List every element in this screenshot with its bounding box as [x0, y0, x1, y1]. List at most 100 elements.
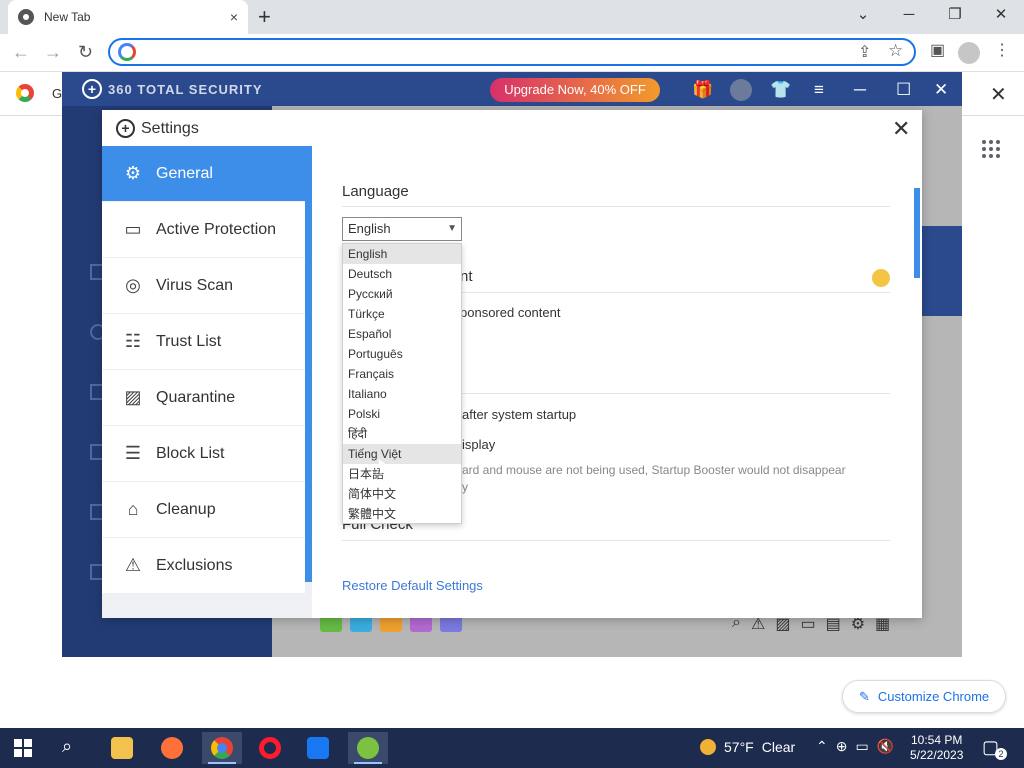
- taskbar-firefox[interactable]: [152, 732, 192, 764]
- sidebar-item-trust-list[interactable]: ☷ Trust List: [102, 314, 305, 370]
- booster-note-2: y: [462, 480, 468, 494]
- language-option-french[interactable]: Français: [343, 364, 461, 384]
- language-select-value: English: [348, 221, 391, 236]
- weather-widget[interactable]: 57°F Clear: [700, 739, 795, 755]
- customize-chrome-label: Customize Chrome: [877, 689, 990, 704]
- language-option-hindi[interactable]: हिंदी: [343, 424, 461, 444]
- bookmark-chrome-icon[interactable]: [16, 84, 34, 102]
- search-icon[interactable]: ⌕: [62, 736, 72, 757]
- trust-list-icon: ☷: [124, 331, 142, 351]
- new-tab-button[interactable]: +: [258, 4, 271, 30]
- back-button[interactable]: ←: [12, 42, 30, 63]
- facebook-icon: [307, 737, 329, 759]
- sidebar-item-cleanup[interactable]: ⌂ Cleanup: [102, 482, 305, 538]
- exclusions-icon: ⚠: [124, 555, 142, 575]
- window-minimize-button[interactable]: ─: [886, 4, 932, 26]
- cleanup-icon: ⌂: [127, 499, 139, 519]
- bookmark-star-icon[interactable]: ☆: [888, 41, 903, 61]
- smiley-icon: [872, 269, 890, 287]
- moon-icon: [700, 739, 716, 755]
- bookmark-label[interactable]: G: [52, 86, 62, 101]
- firefox-icon: [161, 737, 183, 759]
- window-close-button[interactable]: ✕: [978, 4, 1024, 26]
- app-maximize-button[interactable]: ☐: [896, 80, 911, 100]
- side-panel-icon[interactable]: ▣: [930, 40, 945, 60]
- sidebar-item-label: Cleanup: [156, 500, 216, 518]
- app-close-button[interactable]: ✕: [934, 80, 948, 100]
- sidebar-item-label: Active Protection: [156, 220, 277, 238]
- volume-icon[interactable]: 🔇: [877, 738, 894, 755]
- language-option-turkish[interactable]: Türkçe: [343, 304, 461, 324]
- app-minimize-button[interactable]: ─: [854, 80, 866, 100]
- taskbar-file-explorer[interactable]: [102, 732, 142, 764]
- newtab-close-icon[interactable]: ✕: [990, 82, 1007, 107]
- google-apps-icon[interactable]: [982, 140, 1000, 158]
- reload-button[interactable]: ↻: [78, 42, 93, 63]
- divider: [460, 292, 890, 293]
- app-360-brand: 360 TOTAL SECURITY: [108, 82, 263, 97]
- language-option-polish[interactable]: Polski: [343, 404, 461, 424]
- sidebar-item-label: Virus Scan: [156, 276, 234, 294]
- forward-button[interactable]: →: [44, 42, 62, 63]
- sidebar-item-label: Quarantine: [156, 388, 236, 406]
- tab-new-tab[interactable]: New Tab ×: [8, 0, 248, 34]
- language-option-spanish[interactable]: Español: [343, 324, 461, 344]
- settings-title: Settings: [141, 120, 199, 137]
- settings-logo-icon: +: [116, 119, 135, 138]
- folder-icon: [111, 737, 133, 759]
- address-bar[interactable]: ⇪ ☆: [108, 38, 916, 66]
- profile-avatar[interactable]: [958, 42, 980, 64]
- language-option-portuguese[interactable]: Português: [343, 344, 461, 364]
- taskbar-opera[interactable]: [250, 732, 290, 764]
- language-option-simplified-chinese[interactable]: 简体中文: [343, 484, 461, 504]
- taskbar-360-security[interactable]: [348, 732, 388, 764]
- app-360-logo-icon: +: [82, 79, 102, 99]
- shield-monitor-icon: ▭: [124, 219, 142, 239]
- tray-chevron-icon[interactable]: ⌃: [816, 738, 828, 755]
- language-option-vietnamese[interactable]: Tiếng Việt: [343, 444, 461, 464]
- weather-condition: Clear: [761, 739, 796, 755]
- sidebar-item-general[interactable]: ⚙ General: [102, 146, 305, 202]
- skin-shirt-icon[interactable]: 👕: [770, 80, 791, 100]
- language-select[interactable]: English ▼: [342, 217, 462, 241]
- settings-scrollbar[interactable]: [914, 188, 920, 278]
- tab-search-chevron-icon[interactable]: ⌄: [840, 4, 886, 26]
- sidebar-item-active-protection[interactable]: ▭ Active Protection: [102, 202, 305, 258]
- language-option-deutsch[interactable]: Deutsch: [343, 264, 461, 284]
- divider: [342, 540, 890, 541]
- divider: [460, 393, 890, 394]
- sidebar-item-quarantine[interactable]: ▨ Quarantine: [102, 370, 305, 426]
- taskbar-facebook[interactable]: [298, 732, 338, 764]
- gift-icon[interactable]: 🎁: [692, 80, 713, 100]
- opera-icon: [259, 737, 281, 759]
- sidebar-item-block-list[interactable]: ☰ Block List: [102, 426, 305, 482]
- windows-start-icon[interactable]: [14, 739, 32, 757]
- user-avatar-icon[interactable]: [730, 79, 752, 101]
- network-icon[interactable]: ▭: [855, 738, 868, 755]
- sidebar-item-virus-scan[interactable]: ◎ Virus Scan: [102, 258, 305, 314]
- restore-default-settings-link[interactable]: Restore Default Settings: [342, 578, 483, 593]
- tray-360-icon[interactable]: ⊕: [836, 738, 848, 755]
- upgrade-button[interactable]: Upgrade Now, 40% OFF: [490, 78, 660, 102]
- clock-date: 5/22/2023: [910, 748, 964, 762]
- clock-time: 10:54 PM: [911, 733, 963, 747]
- window-restore-button[interactable]: ❐: [932, 4, 978, 26]
- app-menu-icon[interactable]: ≡: [814, 80, 824, 100]
- taskbar-chrome[interactable]: [202, 732, 242, 764]
- tab-close-icon[interactable]: ×: [230, 9, 238, 25]
- pencil-icon: ✎: [859, 688, 870, 704]
- language-option-english[interactable]: English: [343, 244, 461, 264]
- sponsored-option-text: ponsored content: [460, 305, 561, 320]
- share-icon[interactable]: ⇪: [858, 42, 871, 62]
- customize-chrome-button[interactable]: ✎ Customize Chrome: [842, 680, 1006, 713]
- language-option-japanese[interactable]: 日本語: [343, 464, 461, 484]
- sidebar-item-label: Trust List: [156, 332, 222, 350]
- language-option-russian[interactable]: Русский: [343, 284, 461, 304]
- language-option-italian[interactable]: Italiano: [343, 384, 461, 404]
- sidebar-item-exclusions[interactable]: ⚠ Exclusions: [102, 538, 305, 594]
- language-option-traditional-chinese[interactable]: 繁體中文: [343, 504, 461, 524]
- settings-close-button[interactable]: ✕: [892, 116, 910, 142]
- chrome-menu-icon[interactable]: ⋮: [994, 40, 1010, 60]
- taskbar-clock[interactable]: 10:54 PM 5/22/2023: [910, 733, 963, 763]
- settings-sidebar: ⚙ General ▭ Active Protection ◎ Virus Sc…: [102, 146, 312, 618]
